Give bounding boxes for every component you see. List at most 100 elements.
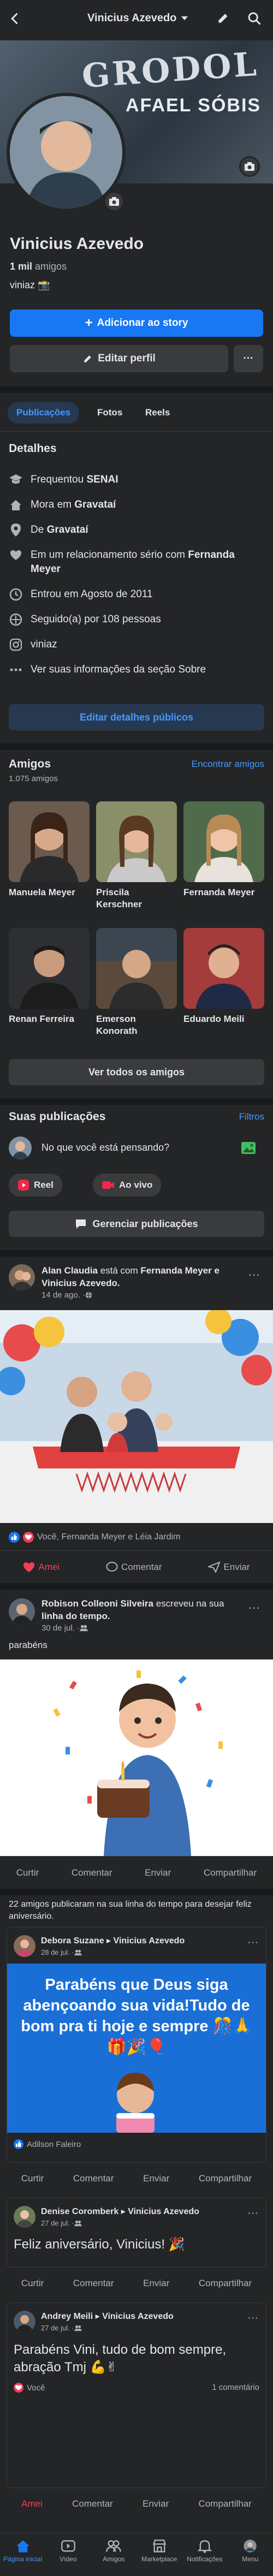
nav-home[interactable]: Página inicial: [1, 2539, 45, 2576]
post-with-text: está com: [97, 1265, 141, 1276]
filters-link[interactable]: Filtros: [239, 1111, 264, 1122]
friend-card[interactable]: Fernanda Meyer: [183, 801, 264, 923]
post-author-avatar[interactable]: [9, 1598, 35, 1625]
share-button[interactable]: Compartilhar: [199, 2173, 252, 2184]
send-button[interactable]: Enviar: [208, 1562, 250, 1573]
see-about-info-link[interactable]: Ver suas informações da seção Sobre: [9, 663, 264, 677]
post-time: 14 de ago. ·: [41, 1290, 92, 1300]
post-more-icon[interactable]: ···: [248, 1601, 260, 1615]
friends-audience-icon: [74, 1949, 82, 1955]
see-all-friends-button[interactable]: Ver todos os amigos: [9, 1059, 264, 1085]
divider: [0, 1250, 273, 1257]
detail-from: De Gravataí: [9, 523, 264, 537]
post-timeline-link[interactable]: linha do tempo.: [41, 1611, 110, 1621]
post-author-avatar[interactable]: [14, 2206, 35, 2228]
love-button[interactable]: Amei: [21, 2498, 43, 2509]
tab-reels[interactable]: Reels: [136, 402, 179, 424]
photo-icon[interactable]: [240, 1140, 257, 1156]
share-button[interactable]: Compartilhar: [199, 2278, 252, 2289]
avatar-camera-icon[interactable]: [104, 191, 124, 212]
detail-followers[interactable]: Seguido(a) por 108 pessoas: [9, 612, 264, 627]
composer-avatar[interactable]: [9, 1137, 32, 1159]
comment-button[interactable]: Comentar: [72, 2498, 113, 2509]
post-more-icon[interactable]: ···: [247, 2312, 258, 2324]
nav-marketplace[interactable]: Marketplace: [138, 2539, 181, 2576]
comment-button[interactable]: Comentar: [73, 2173, 114, 2184]
share-button[interactable]: Compartilhar: [199, 2498, 252, 2509]
comment-button[interactable]: Comentar: [72, 1867, 112, 1878]
post-author[interactable]: Denise Coromberk: [41, 2207, 118, 2216]
live-button[interactable]: Ao vivo: [93, 1174, 162, 1197]
comment-button[interactable]: Comentar: [106, 1562, 162, 1573]
like-label: Curtir: [21, 2278, 44, 2288]
post-reactions[interactable]: Você: [14, 2383, 45, 2393]
send-button[interactable]: Enviar: [145, 1867, 171, 1878]
post-target[interactable]: Vinicius Azevedo: [128, 2207, 199, 2216]
chat-bubble-icon: [76, 1219, 86, 1229]
send-button[interactable]: Enviar: [143, 2173, 169, 2184]
find-friends-link[interactable]: Encontrar amigos: [192, 759, 264, 770]
nav-menu[interactable]: Menu: [228, 2539, 272, 2576]
nav-friends[interactable]: Amigos: [92, 2539, 135, 2576]
header-name-dropdown[interactable]: Vinicius Azevedo: [87, 12, 188, 25]
friends-count-line[interactable]: 1 mil amigos: [10, 261, 67, 272]
birthday-image[interactable]: Parabéns que Deus siga abençoando sua vi…: [7, 1964, 266, 2133]
post-more-icon[interactable]: ···: [248, 1268, 260, 1282]
post-more-icon[interactable]: ···: [247, 2207, 258, 2220]
cover-camera-icon[interactable]: [239, 156, 260, 177]
post-author-avatar[interactable]: [14, 1935, 35, 1957]
post-author[interactable]: Andrey Meili: [41, 2312, 93, 2321]
love-button[interactable]: Amei: [23, 1562, 60, 1573]
friend-card[interactable]: Renan Ferreira: [9, 928, 90, 1049]
post-author[interactable]: Debora Suzane: [41, 1936, 104, 1946]
post-author[interactable]: Alan Claudia: [41, 1265, 98, 1276]
tab-publicacoes[interactable]: Publicações: [8, 402, 80, 424]
ellipsis-icon: [9, 663, 23, 677]
friend-card[interactable]: Manuela Meyer: [9, 801, 90, 923]
post-author[interactable]: Robison Colleoni Silveira: [41, 1598, 153, 1609]
send-label: Enviar: [145, 1867, 171, 1878]
tab-fotos[interactable]: Fotos: [88, 402, 131, 424]
manage-posts-button[interactable]: Gerenciar publicações: [9, 1211, 264, 1237]
back-icon[interactable]: [8, 11, 23, 26]
post-reactions[interactable]: Você, Fernanda Meyer e Léia Jardim: [9, 1532, 180, 1543]
search-icon[interactable]: [247, 11, 262, 26]
friends-count: 1 mil: [10, 261, 33, 272]
edit-pencil-icon[interactable]: [216, 11, 230, 25]
edit-profile-button[interactable]: Editar perfil: [10, 345, 228, 372]
like-button[interactable]: Curtir: [21, 2173, 44, 2184]
composer-input[interactable]: No que você está pensando?: [41, 1142, 169, 1153]
post-reactions[interactable]: Adilson Faleiro: [14, 2139, 81, 2149]
post-photo[interactable]: [0, 1310, 273, 1523]
post-author-avatar[interactable]: [9, 1264, 35, 1290]
comments-count[interactable]: 1 comentário: [212, 2383, 259, 2392]
post-photo-birthday-avatar[interactable]: [0, 1659, 273, 1856]
post-target[interactable]: Vinicius Azevedo: [114, 1936, 185, 1946]
post-target[interactable]: Vinicius Azevedo: [102, 2312, 174, 2321]
send-label: Enviar: [223, 1562, 250, 1572]
like-button[interactable]: Curtir: [16, 1867, 39, 1878]
detail-instagram[interactable]: viniaz: [9, 638, 264, 652]
graduation-cap-icon: [9, 473, 23, 487]
divider: [0, 1550, 273, 1551]
reel-button[interactable]: Reel: [9, 1174, 62, 1197]
tab-label: Reels: [145, 407, 170, 418]
friend-name: Manuela Meyer: [9, 887, 75, 897]
friend-card[interactable]: Priscila Kerschner: [96, 801, 177, 923]
friend-card[interactable]: Eduardo Meili: [183, 928, 264, 1049]
share-button[interactable]: Compartilhar: [204, 1867, 257, 1878]
like-button[interactable]: Curtir: [21, 2278, 44, 2289]
send-button[interactable]: Enviar: [143, 2278, 169, 2289]
add-story-button[interactable]: + Adicionar ao story: [10, 310, 263, 337]
post-more-icon[interactable]: ···: [247, 1936, 258, 1949]
live-label: Ao vivo: [119, 1180, 153, 1190]
send-button[interactable]: Enviar: [143, 2498, 169, 2509]
friend-name: Renan Ferreira: [9, 1014, 74, 1024]
nav-video[interactable]: Vídeo: [46, 2539, 90, 2576]
more-options-button[interactable]: ···: [234, 345, 263, 372]
post-author-avatar[interactable]: [14, 2311, 35, 2333]
nav-notifications[interactable]: Notificações: [183, 2539, 227, 2576]
edit-public-details-button[interactable]: Editar detalhes públicos: [9, 704, 264, 730]
friend-card[interactable]: Emerson Konorath: [96, 928, 177, 1049]
comment-button[interactable]: Comentar: [73, 2278, 114, 2289]
